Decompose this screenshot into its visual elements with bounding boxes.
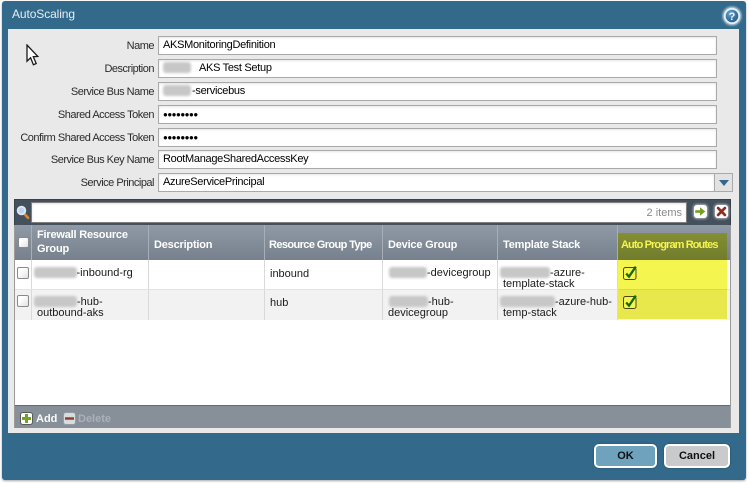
svg-text:?: ? <box>729 11 736 23</box>
